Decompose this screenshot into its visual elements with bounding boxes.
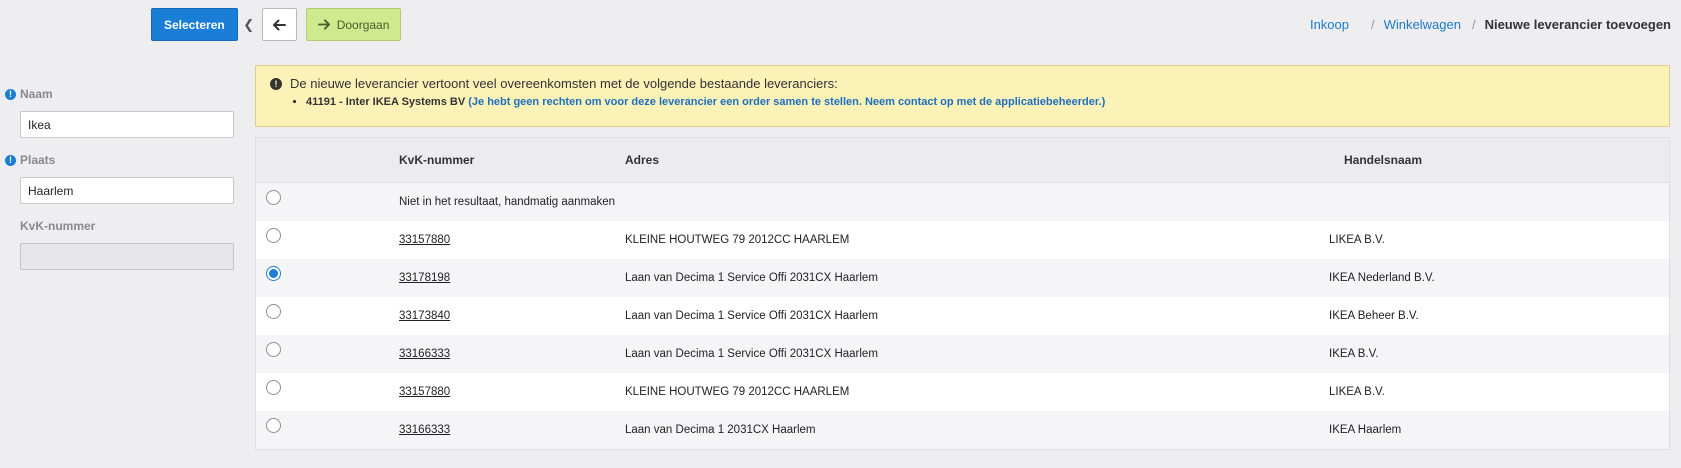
naam-input[interactable]: Ikea — [20, 111, 234, 138]
table-row[interactable]: 33173840 Laan van Decima 1 Service Offi 2… — [256, 297, 1669, 335]
kvk-link[interactable]: 33157880 — [399, 386, 450, 398]
alert-supplier: 41191 - Inter IKEA Systems BV — [306, 96, 466, 108]
header-adres: Adres — [625, 153, 660, 167]
naam-group: ! Naam Ikea — [5, 86, 234, 138]
breadcrumb-inkoop[interactable]: Inkoop — [1310, 17, 1349, 32]
kvk-input — [20, 243, 234, 270]
arrow-right-icon — [317, 19, 330, 30]
kvk-link[interactable]: 33173840 — [399, 310, 450, 322]
table-row[interactable]: 33157880 KLEINE HOUTWEG 79 2012CC HAARLEM… — [256, 373, 1669, 411]
row-radio[interactable] — [266, 341, 281, 357]
continue-label: Doorgaan — [336, 17, 390, 32]
table-row[interactable]: 33178198 Laan van Decima 1 Service Offi 2… — [256, 259, 1669, 297]
alert-list: 41191 - Inter IKEA Systems BV (Je hebt g… — [306, 96, 1655, 108]
plaats-label-text: Plaats — [20, 153, 56, 167]
kvk-link[interactable]: 33178198 — [399, 272, 450, 284]
table-body: 33157880 KLEINE HOUTWEG 79 2012CC HAARLEM… — [256, 221, 1669, 449]
breadcrumb-separator: / — [1371, 17, 1375, 32]
cell-handelsnaam: LIKEA B.V. — [1329, 234, 1385, 246]
row-radio[interactable] — [266, 379, 281, 395]
results-table: KvK-nummer Adres Handelsnaam Niet in het… — [255, 137, 1670, 450]
breadcrumb: Inkoop / Winkelwagen / Nieuwe leverancie… — [1310, 17, 1671, 32]
cell-adres: Laan van Decima 1 2031CX Haarlem — [625, 424, 816, 436]
kvk-label-text: KvK-nummer — [20, 219, 96, 233]
chevron-left-icon[interactable]: ❮ — [238, 8, 260, 41]
row-radio[interactable] — [266, 303, 281, 319]
alert-header: ! De nieuwe leverancier vertoont veel ov… — [270, 76, 1655, 91]
breadcrumb-current: Nieuwe leverancier toevoegen — [1484, 17, 1671, 32]
kvk-group: KvK-nummer — [5, 218, 234, 270]
continue-button[interactable]: Doorgaan — [305, 8, 402, 41]
row-radio[interactable] — [266, 265, 281, 281]
cell-handelsnaam: IKEA B.V. — [1329, 348, 1379, 360]
table-row[interactable]: 33157880 KLEINE HOUTWEG 79 2012CC HAARLEM… — [256, 221, 1669, 259]
cell-adres: Laan van Decima 1 Service Offi 2031CX Ha… — [625, 348, 878, 360]
cell-adres: Laan van Decima 1 Service Offi 2031CX Ha… — [625, 272, 878, 284]
similarity-alert: ! De nieuwe leverancier vertoont veel ov… — [255, 65, 1670, 127]
cell-adres: Laan van Decima 1 Service Offi 2031CX Ha… — [625, 310, 878, 322]
warning-icon: ! — [5, 88, 16, 100]
naam-label: ! Naam — [5, 86, 230, 102]
alert-list-item: 41191 - Inter IKEA Systems BV (Je hebt g… — [306, 96, 1655, 108]
row-radio[interactable] — [266, 189, 281, 205]
cell-adres: KLEINE HOUTWEG 79 2012CC HAARLEM — [625, 234, 850, 246]
table-row-manual[interactable]: Niet in het resultaat, handmatig aanmake… — [256, 183, 1669, 221]
header-handelsnaam: Handelsnaam — [1344, 153, 1423, 167]
kvk-label: KvK-nummer — [5, 218, 230, 234]
row-radio[interactable] — [266, 227, 281, 243]
search-form: ! Naam Ikea ! Plaats Haarlem KvK-nummer — [5, 86, 234, 284]
exclamation-icon: ! — [270, 77, 282, 90]
cell-handelsnaam: LIKEA B.V. — [1329, 386, 1385, 398]
alert-note: (Je hebt geen rechten om voor deze lever… — [468, 96, 1106, 108]
back-button[interactable] — [261, 8, 297, 41]
cell-adres: KLEINE HOUTWEG 79 2012CC HAARLEM — [625, 386, 850, 398]
plaats-label: ! Plaats — [5, 152, 230, 168]
breadcrumb-winkelwagen[interactable]: Winkelwagen — [1384, 17, 1461, 32]
cell-handelsnaam: IKEA Haarlem — [1329, 424, 1402, 436]
table-row[interactable]: 33166333 Laan van Decima 1 2031CX Haarlem… — [256, 411, 1669, 449]
naam-label-text: Naam — [20, 87, 53, 101]
kvk-link[interactable]: 33166333 — [399, 424, 450, 436]
kvk-link[interactable]: 33166333 — [399, 348, 450, 360]
table-header: KvK-nummer Adres Handelsnaam — [256, 138, 1669, 183]
select-button[interactable]: Selecteren — [151, 8, 238, 41]
manual-label: Niet in het resultaat, handmatig aanmake… — [399, 196, 616, 208]
breadcrumb-separator: / — [1471, 17, 1476, 32]
row-radio[interactable] — [266, 417, 281, 433]
alert-title: De nieuwe leverancier vertoont veel over… — [290, 76, 838, 91]
cell-handelsnaam: IKEA Beheer B.V. — [1329, 310, 1419, 322]
plaats-group: ! Plaats Haarlem — [5, 152, 234, 204]
cell-handelsnaam: IKEA Nederland B.V. — [1329, 272, 1435, 284]
toolbar: Selecteren ❮ Doorgaan — [151, 8, 402, 41]
arrow-left-icon — [273, 19, 287, 30]
kvk-link[interactable]: 33157880 — [399, 234, 450, 246]
warning-icon: ! — [5, 154, 16, 166]
table-row[interactable]: 33166333 Laan van Decima 1 Service Offi 2… — [256, 335, 1669, 373]
header-kvk: KvK-nummer — [399, 153, 475, 167]
plaats-input[interactable]: Haarlem — [20, 177, 234, 204]
